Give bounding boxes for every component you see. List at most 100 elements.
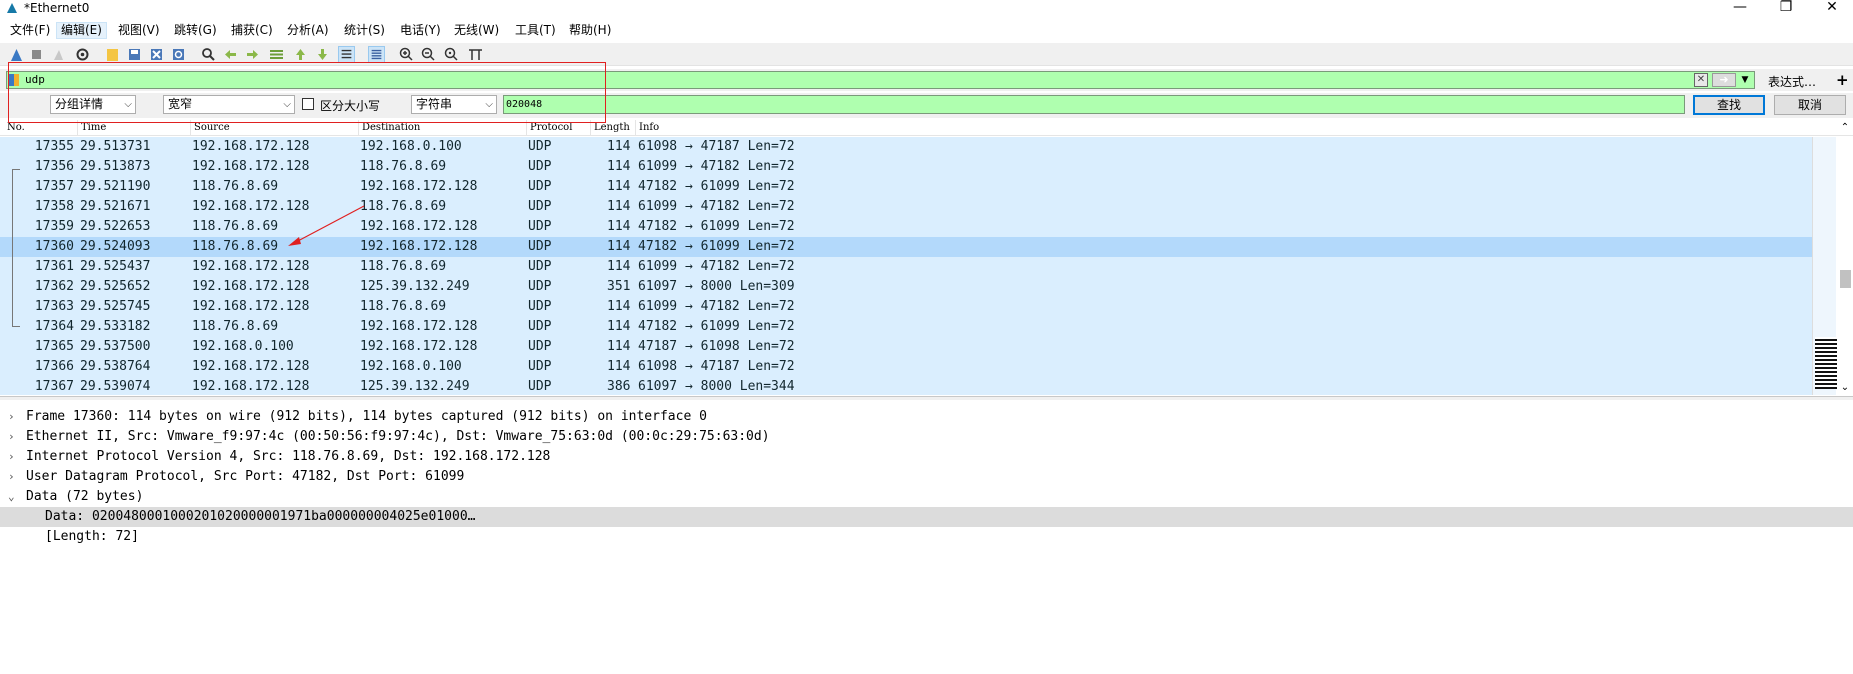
filter-history-dropdown-icon[interactable]: ▼ bbox=[1739, 73, 1751, 87]
case-sensitive-label: 区分大小写 bbox=[320, 99, 381, 113]
search-type-select[interactable]: 字符串 ⌵ bbox=[411, 95, 497, 114]
go-last-packet-icon[interactable] bbox=[314, 46, 331, 63]
zoom-out-icon[interactable] bbox=[420, 46, 437, 63]
case-sensitive-checkbox[interactable] bbox=[302, 98, 314, 110]
reload-file-icon[interactable] bbox=[170, 46, 187, 63]
menu-tools[interactable]: 工具(T) bbox=[511, 22, 560, 39]
filter-bookmark-icon[interactable] bbox=[9, 74, 19, 86]
packet-time: 29.533182 bbox=[80, 319, 151, 334]
capture-options-gear-icon[interactable] bbox=[74, 46, 91, 63]
clear-filter-icon[interactable]: ✕ bbox=[1694, 73, 1708, 87]
expand-arrow-icon[interactable]: › bbox=[8, 427, 18, 447]
scroll-down-icon[interactable]: ⌄ bbox=[1838, 381, 1852, 395]
detail-tree-item[interactable]: Data: 0200480001000201020000001971ba0000… bbox=[0, 507, 1853, 527]
find-button[interactable]: 查找 bbox=[1693, 95, 1765, 115]
detail-tree-item[interactable]: › Frame 17360: 114 bytes on wire (912 bit… bbox=[0, 407, 1853, 427]
packet-row[interactable]: 17358 29.521671 192.168.172.128 118.76.8.69… bbox=[0, 197, 1812, 217]
detail-tree-item[interactable]: ⌄ Data (72 bytes) bbox=[0, 487, 1853, 507]
expand-arrow-icon[interactable]: › bbox=[8, 447, 18, 467]
restart-capture-icon[interactable] bbox=[50, 46, 67, 63]
column-header-destination[interactable]: Destination bbox=[359, 120, 527, 136]
expand-arrow-icon[interactable]: › bbox=[8, 407, 18, 427]
packet-source: 192.168.172.128 bbox=[192, 139, 310, 154]
menu-view[interactable]: 视图(V) bbox=[114, 22, 164, 39]
char-width-select[interactable]: 宽窄 ⌵ bbox=[163, 95, 295, 114]
cancel-button[interactable]: 取消 bbox=[1774, 95, 1846, 115]
apply-filter-arrow-icon[interactable]: ➜ bbox=[1712, 73, 1736, 87]
go-first-packet-icon[interactable] bbox=[292, 46, 309, 63]
packet-info: 61099 → 47182 Len=72 bbox=[638, 199, 795, 214]
go-forward-icon[interactable] bbox=[244, 46, 261, 63]
packet-minimap[interactable] bbox=[1812, 137, 1837, 395]
column-header-source[interactable]: Source bbox=[191, 120, 359, 136]
resize-columns-icon[interactable] bbox=[467, 46, 484, 63]
zoom-in-icon[interactable] bbox=[398, 46, 415, 63]
packet-source: 192.168.172.128 bbox=[192, 299, 310, 314]
scroll-up-icon[interactable]: ⌃ bbox=[1838, 121, 1852, 135]
column-header-time[interactable]: Time bbox=[78, 120, 191, 136]
expand-arrow-icon[interactable]: › bbox=[8, 467, 18, 487]
detail-tree-text: Internet Protocol Version 4, Src: 118.76… bbox=[26, 449, 551, 464]
display-filter-text[interactable]: udp bbox=[25, 73, 45, 87]
go-to-packet-icon[interactable] bbox=[268, 46, 285, 63]
packet-source: 118.76.8.69 bbox=[192, 239, 279, 254]
search-in-select[interactable]: 分组详情 ⌵ bbox=[50, 95, 136, 114]
packet-row[interactable]: 17362 29.525652 192.168.172.128 125.39.132.… bbox=[0, 277, 1812, 297]
packet-row[interactable]: 17367 29.539074 192.168.172.128 125.39.132.… bbox=[0, 377, 1812, 395]
close-file-icon[interactable] bbox=[148, 46, 165, 63]
open-file-icon[interactable] bbox=[104, 46, 121, 63]
menu-capture[interactable]: 捕获(C) bbox=[227, 22, 277, 39]
detail-tree-item[interactable]: [Length: 72] bbox=[0, 527, 1853, 547]
packet-row[interactable]: 17361 29.525437 192.168.172.128 118.76.8.69… bbox=[0, 257, 1812, 277]
menu-wireless[interactable]: 无线(W) bbox=[450, 22, 503, 39]
colorize-icon[interactable] bbox=[368, 46, 385, 63]
search-type-value: 字符串 bbox=[416, 97, 453, 111]
add-filter-button[interactable]: + bbox=[1836, 71, 1849, 89]
auto-scroll-icon[interactable] bbox=[338, 46, 355, 63]
packet-info: 61097 → 8000 Len=344 bbox=[638, 379, 795, 394]
detail-tree-item[interactable]: › User Datagram Protocol, Src Port: 47182… bbox=[0, 467, 1853, 487]
expression-button[interactable]: 表达式… bbox=[1768, 73, 1816, 90]
menu-telephony[interactable]: 电话(Y) bbox=[396, 22, 445, 39]
go-back-icon[interactable] bbox=[222, 46, 239, 63]
find-string-input[interactable]: 020048 bbox=[503, 95, 1685, 114]
detail-tree-item[interactable]: › Ethernet II, Src: Vmware_f9:97:4c (00:5… bbox=[0, 427, 1853, 447]
restore-button[interactable]: ❐ bbox=[1763, 0, 1809, 17]
packet-row[interactable]: 17366 29.538764 192.168.172.128 192.168.0.1… bbox=[0, 357, 1812, 377]
find-packet-icon[interactable] bbox=[200, 46, 217, 63]
column-header-info[interactable]: Info bbox=[636, 120, 1812, 136]
packet-protocol: UDP bbox=[528, 199, 552, 214]
column-header-protocol[interactable]: Protocol bbox=[527, 120, 591, 136]
packet-details-tree: › Frame 17360: 114 bytes on wire (912 bit… bbox=[0, 400, 1853, 674]
minimize-button[interactable]: — bbox=[1717, 0, 1763, 17]
packet-row[interactable]: 17363 29.525745 192.168.172.128 118.76.8.69… bbox=[0, 297, 1812, 317]
packet-row[interactable]: 17356 29.513873 192.168.172.128 118.76.8.69… bbox=[0, 157, 1812, 177]
save-file-icon[interactable] bbox=[126, 46, 143, 63]
display-filter-input[interactable]: udp ✕ ➜ ▼ bbox=[6, 71, 1755, 89]
packet-row[interactable]: 17359 29.522653 118.76.8.69 192.168.172.128… bbox=[0, 217, 1812, 237]
menu-statistics[interactable]: 统计(S) bbox=[340, 22, 389, 39]
packet-row[interactable]: 17365 29.537500 192.168.0.100 192.168.172.1… bbox=[0, 337, 1812, 357]
collapse-arrow-icon[interactable]: ⌄ bbox=[8, 487, 18, 507]
menu-help[interactable]: 帮助(H) bbox=[565, 22, 615, 39]
packet-row[interactable]: 17357 29.521190 118.76.8.69 192.168.172.128… bbox=[0, 177, 1812, 197]
menu-analyze[interactable]: 分析(A) bbox=[283, 22, 333, 39]
normal-size-icon[interactable] bbox=[443, 46, 460, 63]
packet-row[interactable]: 17355 29.513731 192.168.172.128 192.168.0.1… bbox=[0, 137, 1812, 157]
detail-tree-item[interactable]: › Internet Protocol Version 4, Src: 118.7… bbox=[0, 447, 1853, 467]
packet-info: 61097 → 8000 Len=309 bbox=[638, 279, 795, 294]
start-capture-icon[interactable] bbox=[8, 46, 25, 63]
packet-length: 114 bbox=[607, 179, 631, 194]
stop-capture-icon[interactable] bbox=[28, 46, 45, 63]
scrollbar-thumb[interactable] bbox=[1840, 270, 1851, 288]
menu-file[interactable]: 文件(F) bbox=[6, 22, 54, 39]
menu-go[interactable]: 跳转(G) bbox=[170, 22, 221, 39]
packet-row[interactable]: 17360 29.524093 118.76.8.69 192.168.172.128… bbox=[0, 237, 1812, 257]
packet-row[interactable]: 17364 29.533182 118.76.8.69 192.168.172.128… bbox=[0, 317, 1812, 337]
detail-tree-text: Data (72 bytes) bbox=[26, 489, 144, 504]
packet-protocol: UDP bbox=[528, 379, 552, 394]
column-header-length[interactable]: Length bbox=[591, 120, 636, 136]
column-header-no[interactable]: No. bbox=[4, 120, 78, 136]
close-button[interactable]: ✕ bbox=[1809, 0, 1853, 17]
menu-edit[interactable]: 编辑(E) bbox=[56, 22, 107, 39]
